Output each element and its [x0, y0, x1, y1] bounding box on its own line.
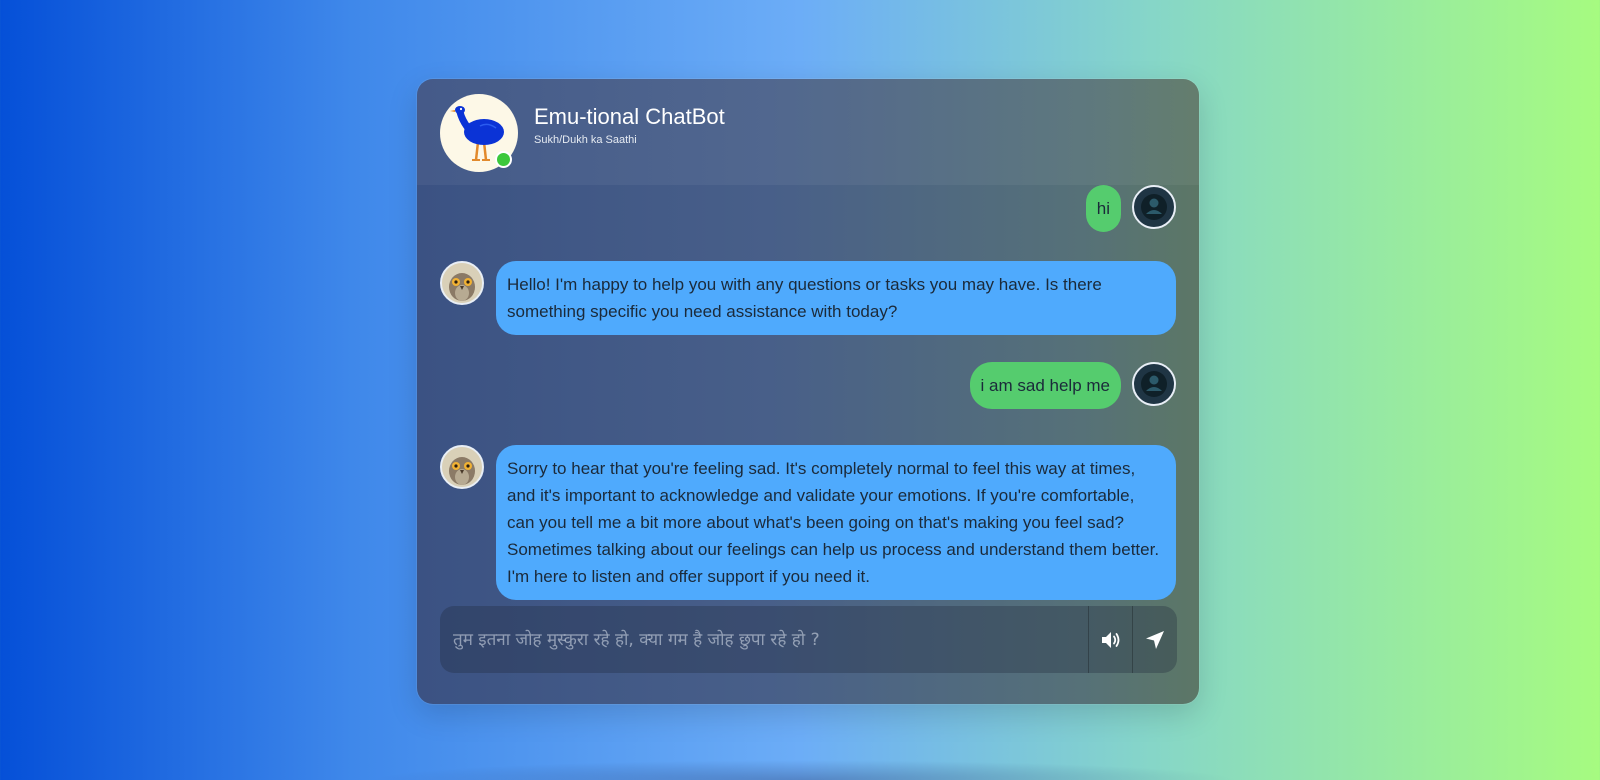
message-input[interactable] [440, 606, 1087, 673]
message-user: hi [417, 185, 1199, 241]
user-icon [1141, 371, 1167, 397]
user-message-bubble: i am sad help me [969, 362, 1121, 409]
send-button[interactable] [1132, 606, 1177, 673]
bot-message-bubble: Hello! I'm happy to help you with any qu… [496, 261, 1176, 335]
user-avatar [1132, 185, 1176, 229]
speaker-icon [1102, 631, 1120, 648]
chatbot-subtitle: Sukh/Dukh ka Saathi [534, 134, 637, 146]
chat-header: Emu-tional ChatBot Sukh/Dukh ka Saathi [417, 79, 1199, 185]
bot-avatar [440, 261, 484, 305]
user-icon [1141, 194, 1167, 220]
emu-icon [440, 94, 518, 172]
message-list[interactable]: hi Hello! I'm happy to help you with any… [417, 185, 1199, 671]
message-bot: Hello! I'm happy to help you with any qu… [417, 261, 1199, 341]
user-avatar [1132, 362, 1176, 406]
online-status-indicator [495, 151, 512, 168]
page-shadow [370, 760, 1240, 780]
send-icon [1146, 630, 1164, 649]
speaker-button[interactable] [1088, 606, 1133, 673]
emu-icon [442, 263, 482, 303]
chatbot-title: Emu-tional ChatBot [534, 104, 725, 129]
message-user: i am sad help me [417, 357, 1199, 413]
bot-avatar [440, 445, 484, 489]
message-bot: Sorry to hear that you're feeling sad. I… [417, 445, 1199, 605]
user-message-bubble: hi [1085, 185, 1121, 232]
chat-window: Emu-tional ChatBot Sukh/Dukh ka Saathi h… [417, 79, 1199, 704]
message-composer [440, 606, 1177, 673]
emu-icon [442, 447, 482, 487]
bot-message-bubble: Sorry to hear that you're feeling sad. I… [496, 445, 1176, 600]
